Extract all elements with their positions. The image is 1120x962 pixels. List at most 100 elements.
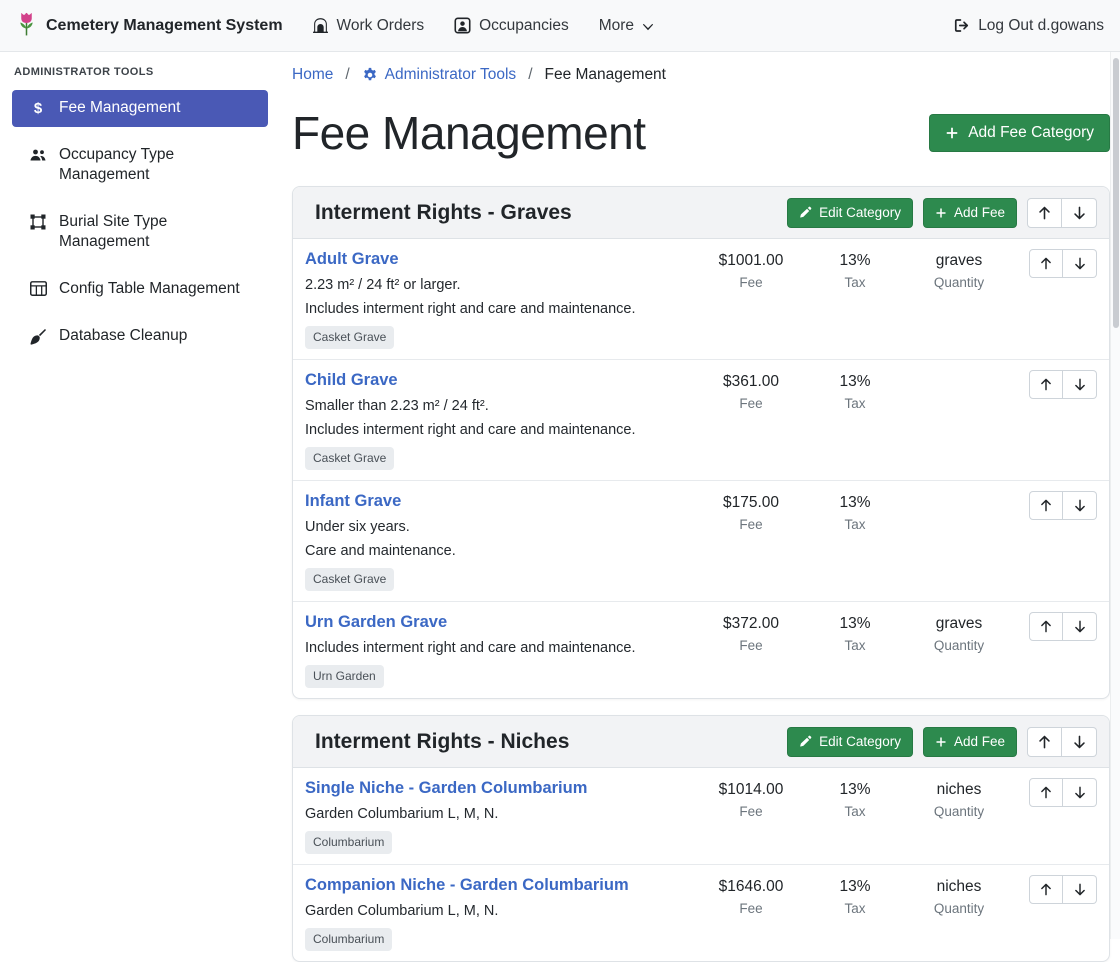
fee-tax-label: Tax — [803, 516, 907, 534]
fee-amount-label: Fee — [699, 516, 803, 534]
arrow-down-icon — [1074, 786, 1086, 799]
breadcrumb-home-link[interactable]: Home — [292, 66, 333, 84]
arrow-up-icon — [1040, 786, 1052, 799]
page-title: Fee Management — [292, 106, 646, 160]
fee-descriptions: Garden Columbarium L, M, N. — [305, 804, 699, 824]
logout-label: Log Out d.gowans — [978, 17, 1104, 35]
add-fee-category-label: Add Fee Category — [968, 124, 1094, 142]
edit-category-button[interactable]: Edit Category — [787, 727, 913, 757]
fee-type-badge: Casket Grave — [305, 447, 394, 470]
fee-description: Under six years. — [305, 517, 699, 537]
sidebar-item-label: Burial Site Type Management — [59, 212, 258, 252]
move-fee-up-button[interactable] — [1029, 612, 1063, 641]
sidebar-item-burial-site-type-management[interactable]: Burial Site Type Management — [12, 204, 268, 261]
logout-button[interactable]: Log Out d.gowans — [938, 9, 1104, 43]
fee-tax-value: 13% — [803, 876, 907, 897]
sidebar-item-config-table-management[interactable]: Config Table Management — [12, 271, 268, 308]
fee-description: Includes interment right and care and ma… — [305, 420, 699, 440]
fee-quantity-value: graves — [907, 250, 1011, 271]
fee-amount-value: $1014.00 — [699, 779, 803, 800]
move-category-down-button[interactable] — [1062, 198, 1097, 228]
plus-icon — [935, 736, 947, 748]
arrow-down-icon — [1074, 620, 1086, 633]
move-category-up-button[interactable] — [1027, 727, 1062, 757]
fee-description: Garden Columbarium L, M, N. — [305, 804, 699, 824]
nav-occupancies[interactable]: Occupancies — [439, 9, 584, 43]
move-fee-up-button[interactable] — [1029, 249, 1063, 278]
fee-info: Child Grave Smaller than 2.23 m² / 24 ft… — [305, 370, 699, 470]
fee-name-link[interactable]: Companion Niche - Garden Columbarium — [305, 875, 699, 896]
sidebar-item-label: Config Table Management — [59, 279, 240, 299]
move-fee-up-button[interactable] — [1029, 491, 1063, 520]
fee-tax-label: Tax — [803, 274, 907, 292]
fee-description: Care and maintenance. — [305, 541, 699, 561]
fee-info: Infant Grave Under six years. Care and ma… — [305, 491, 699, 591]
move-fee-up-button[interactable] — [1029, 370, 1063, 399]
fee-category-list: Interment Rights - Graves Edit Category … — [292, 186, 1110, 962]
move-fee-down-button[interactable] — [1063, 491, 1097, 520]
add-fee-button[interactable]: Add Fee — [923, 198, 1017, 228]
page-scrollbar[interactable] — [1110, 52, 1120, 939]
edit-category-label: Edit Category — [819, 205, 901, 220]
fee-type-badge: Columbarium — [305, 831, 392, 854]
move-category-down-button[interactable] — [1062, 727, 1097, 757]
scrollbar-thumb[interactable] — [1113, 58, 1119, 328]
fee-name-link[interactable]: Child Grave — [305, 370, 699, 391]
breadcrumb-admin-tools-label: Administrator Tools — [385, 66, 517, 84]
nav-work-orders-label: Work Orders — [337, 17, 425, 35]
arrow-up-icon — [1038, 735, 1051, 749]
fee-name-link[interactable]: Adult Grave — [305, 249, 699, 270]
move-fee-up-button[interactable] — [1029, 875, 1063, 904]
category-reorder-group — [1027, 727, 1097, 757]
fee-row: Single Niche - Garden Columbarium Garden… — [293, 768, 1109, 865]
arrow-up-icon — [1038, 206, 1051, 220]
fee-amount-col: $372.00 Fee — [699, 612, 803, 655]
pencil-icon — [799, 206, 812, 219]
breadcrumb: Home / Administrator Tools / Fee Managem… — [292, 66, 1110, 84]
app-brand[interactable]: Cemetery Management System — [16, 10, 283, 42]
fee-list: Single Niche - Garden Columbarium Garden… — [293, 768, 1109, 961]
nav-more[interactable]: More — [584, 9, 669, 43]
page-layout: ADMINISTRATOR TOOLS $ Fee Management Occ… — [0, 52, 1120, 939]
fee-quantity-col: graves Quantity — [907, 612, 1011, 655]
fee-reorder-group — [1011, 778, 1097, 807]
sidebar-item-occupancy-type-management[interactable]: Occupancy Type Management — [12, 137, 268, 194]
broom-icon — [29, 328, 47, 345]
fee-name-link[interactable]: Urn Garden Grave — [305, 612, 699, 633]
category-reorder-group — [1027, 198, 1097, 228]
sidebar-heading: ADMINISTRATOR TOOLS — [12, 64, 268, 90]
fee-tax-col: 13% Tax — [803, 778, 907, 821]
move-fee-up-button[interactable] — [1029, 778, 1063, 807]
move-fee-down-button[interactable] — [1063, 778, 1097, 807]
fee-info: Adult Grave 2.23 m² / 24 ft² or larger.I… — [305, 249, 699, 349]
fee-list: Adult Grave 2.23 m² / 24 ft² or larger.I… — [293, 239, 1109, 698]
nav-work-orders[interactable]: Work Orders — [297, 9, 440, 43]
nav-occupancies-label: Occupancies — [479, 17, 569, 35]
add-fee-label: Add Fee — [954, 734, 1005, 749]
arrow-up-icon — [1040, 378, 1052, 391]
add-fee-button[interactable]: Add Fee — [923, 727, 1017, 757]
fee-tax-col: 13% Tax — [803, 249, 907, 292]
fee-tax-label: Tax — [803, 637, 907, 655]
nav-more-label: More — [599, 17, 634, 35]
fee-quantity-label: Quantity — [907, 274, 1011, 292]
sidebar-item-database-cleanup[interactable]: Database Cleanup — [12, 318, 268, 355]
fee-row: Child Grave Smaller than 2.23 m² / 24 ft… — [293, 360, 1109, 481]
edit-category-button[interactable]: Edit Category — [787, 198, 913, 228]
fee-descriptions: Under six years. Care and maintenance. — [305, 517, 699, 561]
dollar-icon: $ — [29, 100, 47, 118]
sidebar-item-fee-management[interactable]: $ Fee Management — [12, 90, 268, 127]
fee-name-link[interactable]: Infant Grave — [305, 491, 699, 512]
move-fee-down-button[interactable] — [1063, 249, 1097, 278]
move-fee-down-button[interactable] — [1063, 612, 1097, 641]
fee-amount-label: Fee — [699, 274, 803, 292]
breadcrumb-admin-tools-link[interactable]: Administrator Tools — [362, 66, 517, 84]
move-category-up-button[interactable] — [1027, 198, 1062, 228]
fee-reorder-group — [1011, 491, 1097, 520]
fee-tax-value: 13% — [803, 613, 907, 634]
add-fee-category-button[interactable]: Add Fee Category — [929, 114, 1110, 152]
fee-name-link[interactable]: Single Niche - Garden Columbarium — [305, 778, 699, 799]
move-fee-down-button[interactable] — [1063, 875, 1097, 904]
move-fee-down-button[interactable] — [1063, 370, 1097, 399]
fee-descriptions: Smaller than 2.23 m² / 24 ft².Includes i… — [305, 396, 699, 440]
